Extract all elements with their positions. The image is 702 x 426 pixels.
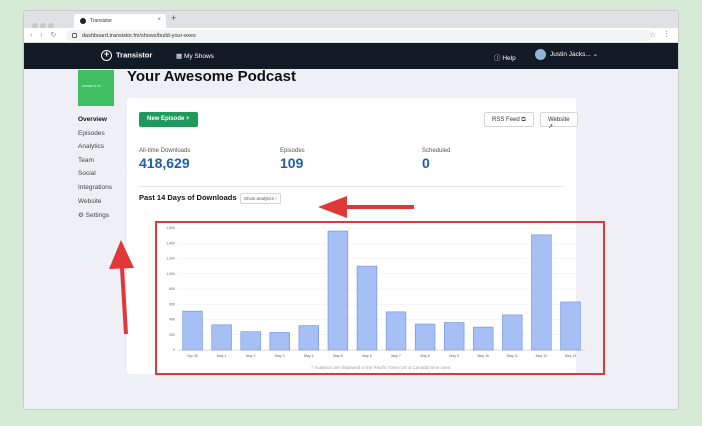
chart-highlight-box xyxy=(155,221,605,375)
